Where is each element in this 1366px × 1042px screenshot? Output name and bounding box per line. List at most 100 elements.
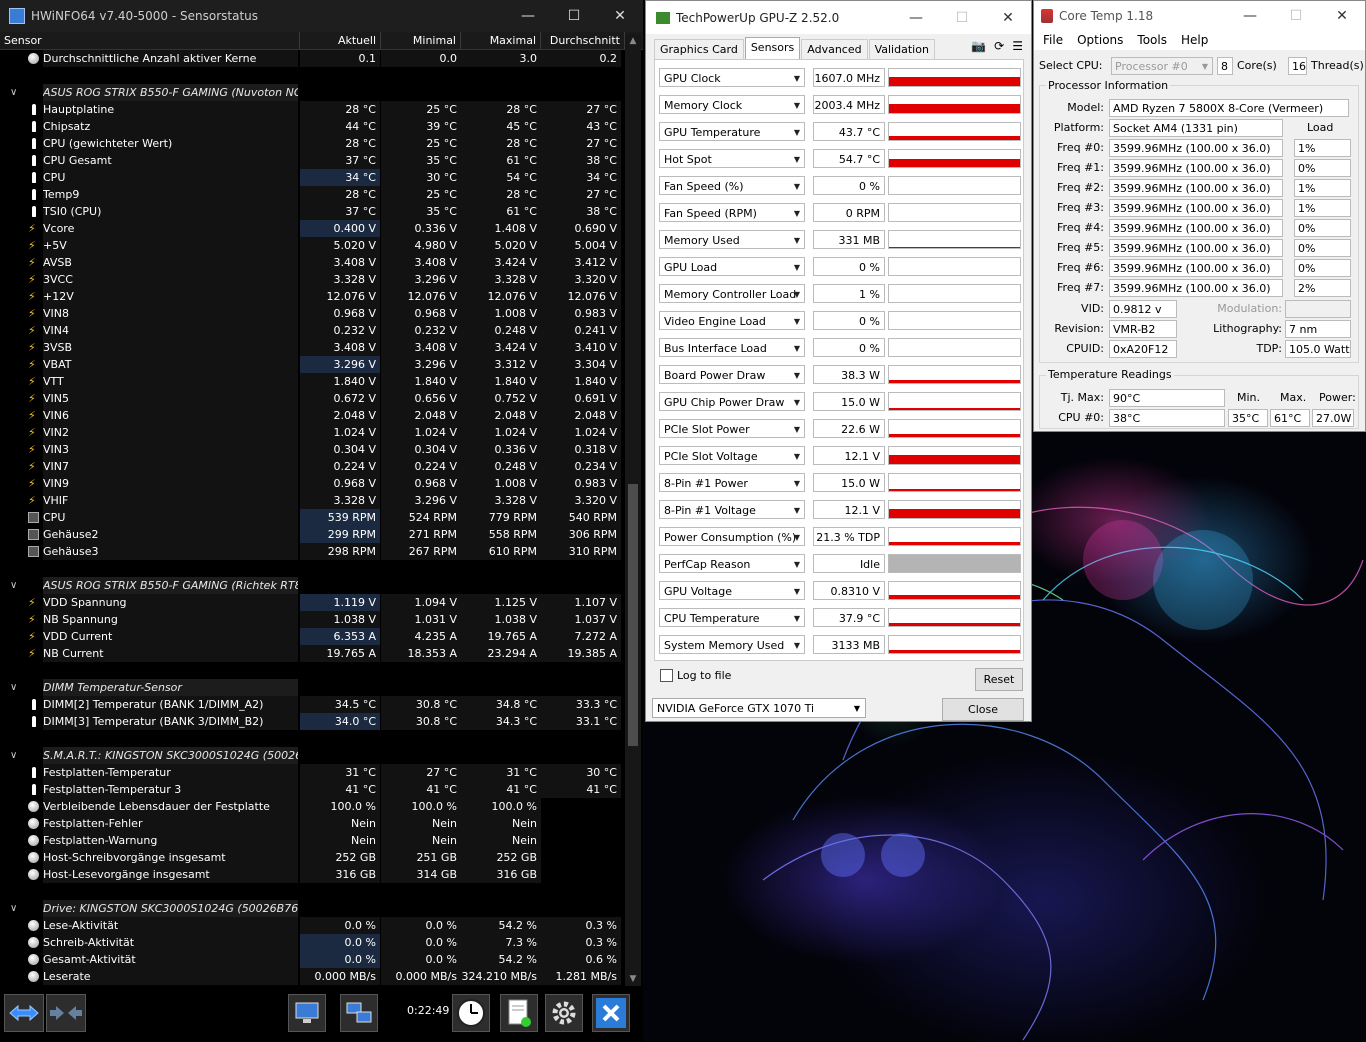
sensor-row[interactable]: ⚡ VIN9 0.968 V 0.968 V 1.008 V 0.983 V (0, 475, 622, 492)
sensor-row[interactable]: ⚡ AVSB 3.408 V 3.408 V 3.424 V 3.412 V (0, 254, 622, 271)
sensor-row[interactable]: CPU Gesamt 37 °C 35 °C 61 °C 38 °C (0, 152, 622, 169)
sensor-row[interactable]: Festplatten-Temperatur 3 41 °C 41 °C 41 °C 4… (0, 781, 622, 798)
scrollbar-thumb[interactable] (628, 484, 638, 746)
sensor-label-select[interactable]: PerfCap Reason ▼ (659, 554, 805, 573)
sensor-label-select[interactable]: GPU Load ▼ (659, 257, 805, 276)
close-icon[interactable]: ✕ (985, 10, 1031, 26)
scrollbar[interactable]: ▲ ▼ (625, 34, 641, 986)
menu-help[interactable]: Help (1181, 30, 1208, 50)
report-icon[interactable] (500, 994, 538, 1032)
maximize-icon[interactable]: ☐ (551, 8, 597, 24)
menu-icon[interactable]: ☰ (1012, 39, 1023, 53)
sensor-label-select[interactable]: GPU Clock ▼ (659, 68, 805, 87)
sensor-label-select[interactable]: GPU Voltage ▼ (659, 581, 805, 600)
sensor-row[interactable]: ⚡ +12V 12.076 V 12.076 V 12.076 V 12.076 V (0, 288, 622, 305)
minimize-icon[interactable]: — (505, 8, 551, 24)
close-button[interactable]: Close (942, 698, 1024, 721)
sensor-row[interactable]: ⚡ VIN6 2.048 V 2.048 V 2.048 V 2.048 V (0, 407, 622, 424)
sensor-row[interactable]: ⚡ NB Current 19.765 A 18.353 A 23.294 A 19.38… (0, 645, 622, 662)
collapse-chevron-icon[interactable]: ∨ (10, 747, 17, 764)
column-maximum[interactable]: Maximal (461, 32, 541, 49)
sensor-group-row[interactable]: ∨ S.M.A.R.T.: KINGSTON SKC3000S1024G (500… (0, 747, 622, 764)
sensor-row[interactable]: Leserate 0.000 MB/s 0.000 MB/s 324.210 MB/s… (0, 968, 622, 985)
processor-select[interactable]: Processor #0 ▼ (1111, 57, 1213, 75)
tab-validation[interactable]: Validation (868, 39, 935, 59)
sensor-label-select[interactable]: 8-Pin #1 Power ▼ (659, 473, 805, 492)
log-to-file[interactable]: Log to file (660, 669, 731, 682)
network-icon[interactable] (340, 994, 378, 1032)
sensor-row[interactable]: CPU (gewichteter Wert) 28 °C 25 °C 28 °C 27 … (0, 135, 622, 152)
sensor-row[interactable]: Temp9 28 °C 25 °C 28 °C 27 °C (0, 186, 622, 203)
gpu-device-select[interactable]: NVIDIA GeForce GTX 1070 Ti ▼ (652, 698, 866, 718)
sensor-group-row[interactable]: ∨ Drive: KINGSTON SKC3000S1024G (50026B76… (0, 900, 622, 917)
sensor-row[interactable]: Schreib-Aktivität 0.0 % 0.0 % 7.3 % 0.3 % (0, 934, 622, 951)
column-current[interactable]: Aktuell (300, 32, 381, 49)
monitor-icon[interactable] (288, 994, 326, 1032)
sensor-row[interactable]: Chipsatz 44 °C 39 °C 45 °C 43 °C (0, 118, 622, 135)
sensor-label-select[interactable]: Power Consumption (%) ▼ (659, 527, 805, 546)
sensor-label-select[interactable]: Video Engine Load ▼ (659, 311, 805, 330)
scroll-up-icon[interactable]: ▲ (625, 36, 641, 46)
collapse-chevron-icon[interactable]: ∨ (10, 900, 17, 917)
sensor-row[interactable]: ⚡ VIN4 0.232 V 0.232 V 0.248 V 0.241 V (0, 322, 622, 339)
sensor-row[interactable]: ⚡ +5V 5.020 V 4.980 V 5.020 V 5.004 V (0, 237, 622, 254)
sensor-label-select[interactable]: PCIe Slot Power ▼ (659, 419, 805, 438)
sensor-label-select[interactable]: 8-Pin #1 Voltage ▼ (659, 500, 805, 519)
sensor-label-select[interactable]: Fan Speed (%) ▼ (659, 176, 805, 195)
column-average[interactable]: Durchschnitt (541, 32, 625, 49)
tab-sensors[interactable]: Sensors (744, 37, 801, 59)
sensor-row[interactable]: ⚡ VIN8 0.968 V 0.968 V 1.008 V 0.983 V (0, 305, 622, 322)
sensor-row[interactable]: CPU 34 °C 30 °C 54 °C 34 °C (0, 169, 622, 186)
sensor-row[interactable]: ⚡ VIN3 0.304 V 0.304 V 0.336 V 0.318 V (0, 441, 622, 458)
close-icon[interactable]: ✕ (597, 8, 643, 24)
sensor-row[interactable]: Hauptplatine 28 °C 25 °C 28 °C 27 °C (0, 101, 622, 118)
collapse-chevron-icon[interactable]: ∨ (10, 577, 17, 594)
sensor-label-select[interactable]: GPU Temperature ▼ (659, 122, 805, 141)
sensor-label-select[interactable]: Fan Speed (RPM) ▼ (659, 203, 805, 222)
log-to-file-checkbox[interactable] (660, 669, 673, 682)
sensor-row[interactable]: Festplatten-Fehler Nein Nein Nein (0, 815, 622, 832)
sensor-label-select[interactable]: CPU Temperature ▼ (659, 608, 805, 627)
sensor-row[interactable]: ⚡ VBAT 3.296 V 3.296 V 3.312 V 3.304 V (0, 356, 622, 373)
close-icon[interactable]: ✕ (1319, 8, 1365, 24)
sensor-label-select[interactable]: Bus Interface Load ▼ (659, 338, 805, 357)
clock-icon[interactable] (452, 994, 490, 1032)
sensor-label-select[interactable]: Memory Controller Load ▼ (659, 284, 805, 303)
sensor-row[interactable]: Host-Schreibvorgänge insgesamt 252 GB 251 … (0, 849, 622, 866)
collapse-chevron-icon[interactable]: ∨ (10, 679, 17, 696)
sensor-row[interactable]: ⚡ Vcore 0.400 V 0.336 V 1.408 V 0.690 V (0, 220, 622, 237)
collapse-chevron-icon[interactable]: ∨ (10, 84, 17, 101)
sensor-row[interactable]: Durchschnittliche Anzahl aktiver Kerne 0.… (0, 50, 622, 67)
sensor-row[interactable]: ⚡ VTT 1.840 V 1.840 V 1.840 V 1.840 V (0, 373, 622, 390)
sensor-group-row[interactable]: ∨ ASUS ROG STRIX B550-F GAMING (Nuvoton N… (0, 84, 622, 101)
sensor-label-select[interactable]: PCIe Slot Voltage ▼ (659, 446, 805, 465)
sensor-row[interactable]: TSI0 (CPU) 37 °C 35 °C 61 °C 38 °C (0, 203, 622, 220)
settings-gear-icon[interactable] (545, 994, 583, 1032)
sensor-row[interactable]: Gehäuse2 299 RPM 271 RPM 558 RPM 306 RPM (0, 526, 622, 543)
scroll-down-icon[interactable]: ▼ (625, 974, 641, 984)
sensor-row[interactable]: ⚡ VIN5 0.672 V 0.656 V 0.752 V 0.691 V (0, 390, 622, 407)
sensor-group-row[interactable]: ∨ ASUS ROG STRIX B550-F GAMING (Richtek R… (0, 577, 622, 594)
column-minimum[interactable]: Minimal (381, 32, 461, 49)
sensor-row[interactable]: ⚡ VDD Spannung 1.119 V 1.094 V 1.125 V 1.107 … (0, 594, 622, 611)
reset-button[interactable]: Reset (975, 668, 1023, 691)
close-app-icon[interactable] (592, 994, 630, 1032)
sensor-label-select[interactable]: Hot Spot ▼ (659, 149, 805, 168)
sensor-label-select[interactable]: Memory Clock ▼ (659, 95, 805, 114)
sensor-row[interactable]: Festplatten-Temperatur 31 °C 27 °C 31 °C 30 … (0, 764, 622, 781)
sensor-row[interactable]: Verbleibende Lebensdauer der Festplatte 1… (0, 798, 622, 815)
sensor-row[interactable]: Festplatten-Warnung Nein Nein Nein (0, 832, 622, 849)
sensor-label-select[interactable]: System Memory Used ▼ (659, 635, 805, 654)
sensor-row[interactable]: Gesamt-Aktivität 0.0 % 0.0 % 54.2 % 0.6 % (0, 951, 622, 968)
menu-options[interactable]: Options (1077, 30, 1123, 50)
sensor-row[interactable]: ⚡ VHIF 3.328 V 3.296 V 3.328 V 3.320 V (0, 492, 622, 509)
menu-file[interactable]: File (1043, 30, 1063, 50)
sensor-row[interactable]: Host-Lesevorgänge insgesamt 316 GB 314 GB 3… (0, 866, 622, 883)
sensor-row[interactable]: ⚡ 3VCC 3.328 V 3.296 V 3.328 V 3.320 V (0, 271, 622, 288)
arrows-collapse-icon[interactable] (46, 994, 86, 1032)
minimize-icon[interactable]: — (893, 10, 939, 26)
menu-tools[interactable]: Tools (1137, 30, 1167, 50)
sensor-row[interactable]: DIMM[2] Temperatur (BANK 1/DIMM_A2) 34.5 … (0, 696, 622, 713)
sensor-row[interactable]: ⚡ 3VSB 3.408 V 3.408 V 3.424 V 3.410 V (0, 339, 622, 356)
minimize-icon[interactable]: — (1227, 8, 1273, 24)
